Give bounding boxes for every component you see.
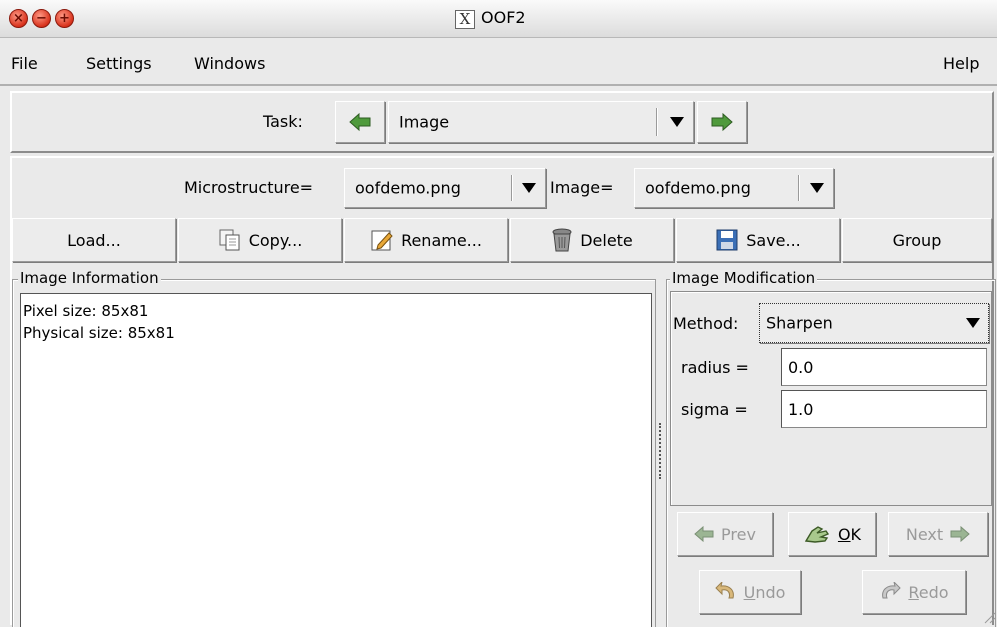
menu-bar: File Settings Windows Help [0,40,997,86]
redo-button-label: Redo [908,583,948,602]
floppy-disk-icon [716,229,738,251]
copy-button-label: Copy... [248,230,303,250]
image-select[interactable]: oofdemo.png [634,168,834,208]
copy-button[interactable]: Copy... [178,218,342,262]
pixel-size-text: Pixel size: 85x81 [23,302,149,320]
delete-button-label: Delete [580,230,633,250]
menu-file[interactable]: File [11,54,38,73]
task-next-button[interactable] [697,101,747,143]
task-panel: Task: Image [10,91,994,153]
method-select-value: Sharpen [766,313,833,333]
close-window-icon[interactable]: × [9,9,28,28]
group-button-label: Group [892,230,942,250]
chevron-down-icon [522,183,536,193]
method-select[interactable]: Sharpen [759,303,989,343]
image-modification-title: Image Modification [670,269,818,287]
microstructure-select-value: oofdemo.png [355,178,461,198]
copy-icon [219,229,240,251]
trash-icon [552,228,572,252]
physical-size-text: Physical size: 85x81 [23,324,175,342]
next-button[interactable]: Next [888,512,988,556]
radius-input[interactable]: 0.0 [781,348,987,386]
delete-button[interactable]: Delete [510,218,674,262]
image-information-title: Image Information [18,269,161,287]
load-button[interactable]: Load... [12,218,176,262]
image-select-value: oofdemo.png [645,178,751,198]
minimize-window-icon[interactable]: − [32,9,51,28]
rename-button-label: Rename... [401,230,482,250]
ok-label-rest: K [850,524,862,544]
chevron-down-icon [670,117,684,127]
pane-resize-handle[interactable] [659,423,661,479]
undo-button[interactable]: Undo [699,570,801,614]
menu-windows[interactable]: Windows [194,54,265,73]
group-button[interactable]: Group [842,218,992,262]
task-select[interactable]: Image [388,101,694,143]
redo-button[interactable]: Redo [862,570,966,614]
modification-parameters-box: Method: Sharpen radius = 0.0 sigma = 1.0 [670,291,992,506]
prev-button-label: Prev [721,524,756,544]
combo-separator [511,175,512,201]
combo-separator [656,108,657,136]
ok-button-label: OK [838,525,861,544]
left-arrow-icon [694,526,714,542]
task-select-value: Image [399,112,450,132]
x11-app-icon: X [455,10,475,29]
ok-mnemonic: O [837,524,851,544]
microstructure-select[interactable]: oofdemo.png [344,168,546,208]
undo-button-label: Undo [744,583,786,602]
undo-label-rest: ndo [755,582,786,602]
method-label: Method: [673,314,739,333]
task-prev-button[interactable] [335,101,385,143]
microstructure-label: Microstructure= [184,178,314,197]
save-button[interactable]: Save... [676,218,840,262]
redo-label-rest: edo [918,582,949,602]
undo-icon [714,582,734,599]
save-button-label: Save... [746,230,801,250]
prev-button[interactable]: Prev [677,512,773,556]
ok-button[interactable]: OK [788,512,876,556]
load-button-label: Load... [67,230,121,250]
menu-settings[interactable]: Settings [86,54,152,73]
sigma-label: sigma = [681,400,748,419]
right-arrow-icon [711,112,733,132]
combo-separator [798,175,799,201]
menu-help[interactable]: Help [943,54,979,73]
image-label: Image= [550,178,614,197]
title-bar: × − + X OOF2 [0,0,997,38]
image-task-panel: Microstructure= oofdemo.png Image= oofde… [10,156,996,627]
rename-button[interactable]: Rename... [344,218,508,262]
maximize-window-icon[interactable]: + [55,9,74,28]
apply-hand-icon [804,526,830,543]
right-arrow-icon [950,526,970,542]
next-button-label: Next [905,524,944,544]
image-information-text[interactable]: Pixel size: 85x81 Physical size: 85x81 [20,293,652,627]
undo-mnemonic: U [743,582,756,602]
redo-icon [882,582,902,599]
task-label: Task: [263,112,303,131]
left-arrow-icon [349,112,371,132]
window-title: OOF2 [481,8,526,27]
resize-grip-icon[interactable] [982,610,996,624]
chevron-down-icon [810,183,824,193]
chevron-down-icon [966,318,980,328]
radius-label: radius = [681,358,749,377]
edit-icon [371,230,393,251]
sigma-input[interactable]: 1.0 [781,390,987,428]
redo-mnemonic: R [908,582,919,602]
